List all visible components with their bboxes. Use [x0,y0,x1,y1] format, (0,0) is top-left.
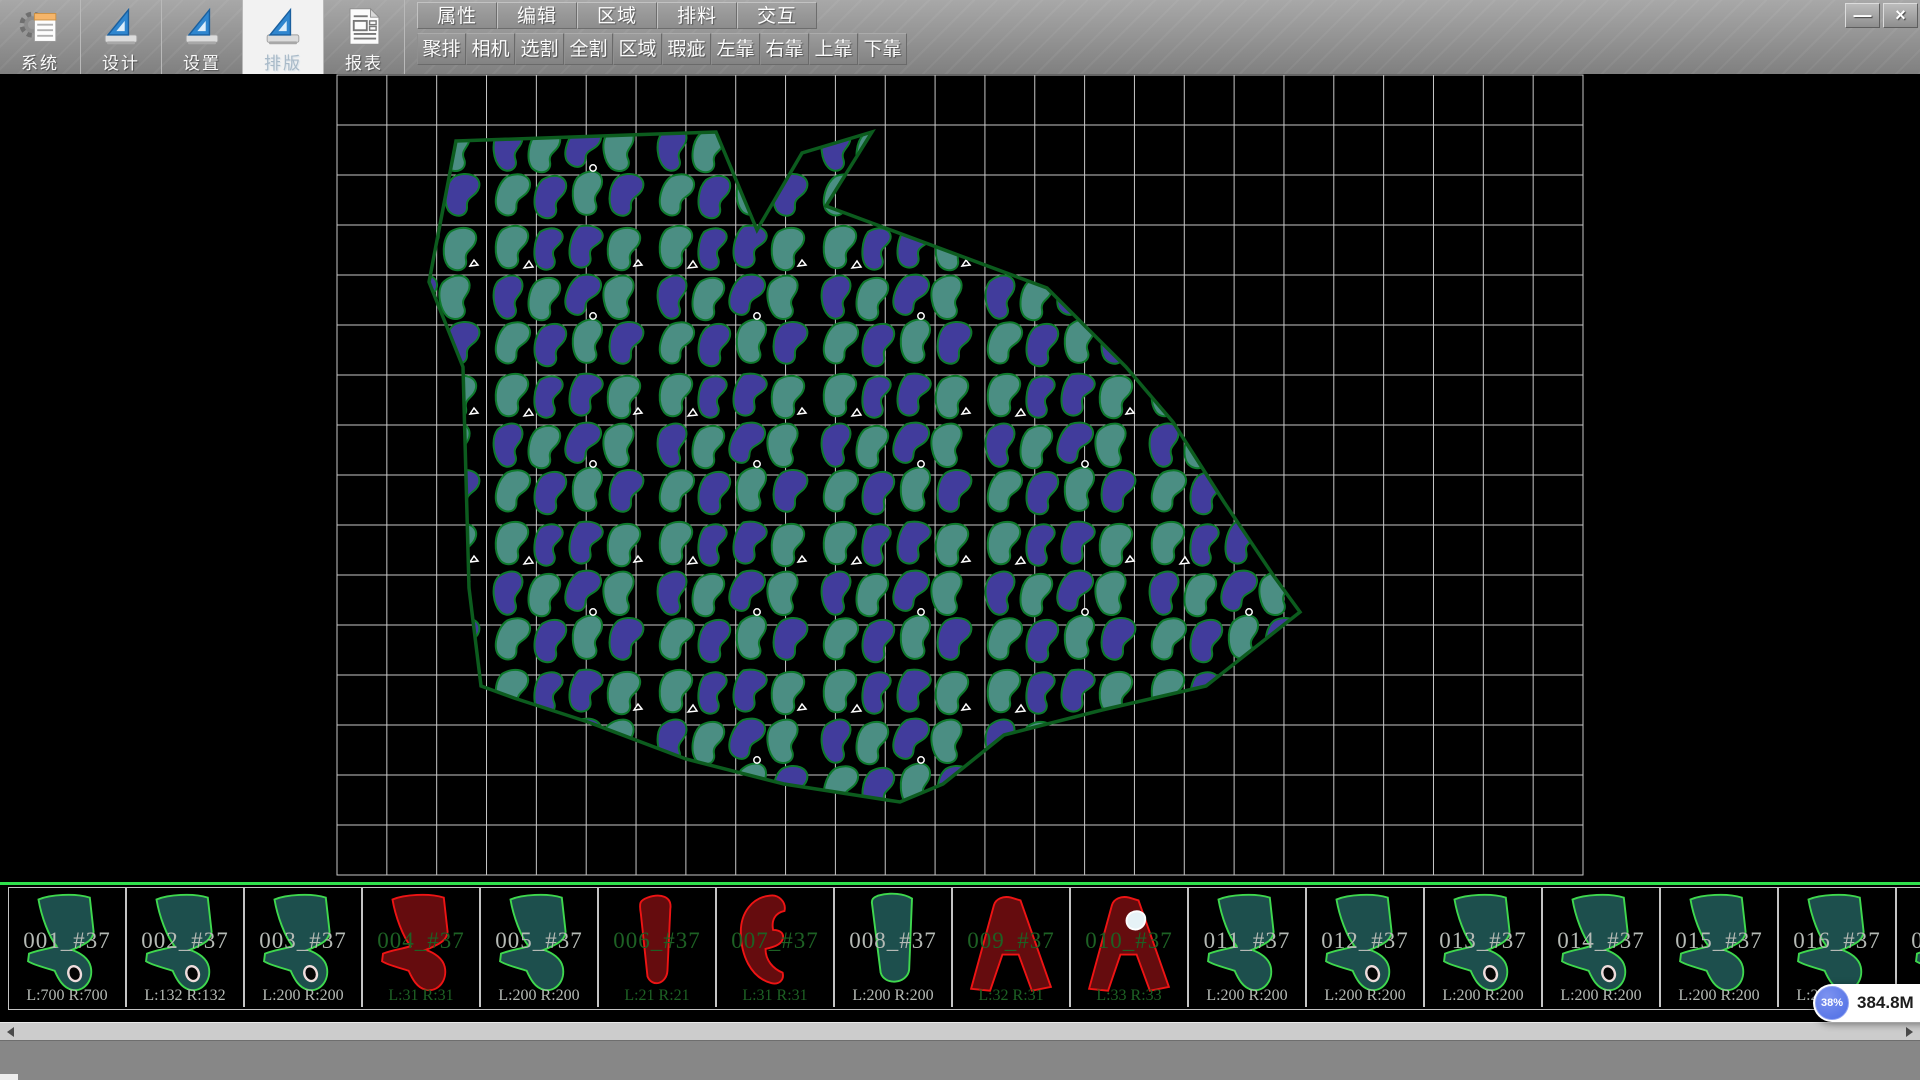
minimize-button[interactable]: — [1845,3,1880,28]
piece-shape [725,890,825,1004]
thumbnail-cell[interactable]: 015_#37 L:200 R:200 [1661,888,1779,1007]
piece-thumbnail-strip: 001_#37 L:700 R:700 002_#37 L:132 R:132 … [0,882,1920,1008]
thumbnail-cell[interactable]: 010_#37 L:33 R:33 [1071,888,1189,1007]
action-button[interactable]: 相机 [466,33,515,65]
ruler-icon [260,6,306,47]
menu-tab[interactable]: 区域 [577,2,657,29]
thumbnail-cell[interactable]: 004_#37 L:31 R:31 [363,888,481,1007]
action-button[interactable]: 区域 [613,33,662,65]
action-button[interactable]: 左靠 [711,33,760,65]
nesting-button[interactable]: 排版 [243,0,324,74]
ruler-icon [179,6,225,47]
piece-shape [1669,890,1769,1004]
settings-button-label: 设置 [183,49,221,74]
design-button[interactable]: 设计 [81,0,162,74]
design-button-label: 设计 [102,49,140,74]
progress-circle-icon: 38% [1815,986,1849,1020]
thumbnail-cell[interactable]: 001_#37 L:700 R:700 [9,888,127,1007]
menu-tab[interactable]: 交互 [737,2,817,29]
piece-shape [253,890,353,1004]
scroll-left-arrow-icon[interactable] [7,1027,14,1037]
piece-shape [17,890,117,1004]
thumbnail-cell[interactable]: 008_#37 L:200 R:200 [835,888,953,1007]
action-button[interactable]: 下靠 [858,33,907,65]
report-button[interactable]: 报表 [324,0,405,74]
window-controls: — × [1845,3,1918,28]
piece-shape [371,890,471,1004]
piece-shape [135,890,235,1004]
close-button[interactable]: × [1883,3,1918,28]
gear-icon [17,6,63,47]
piece-shape [1433,890,1533,1004]
status-bar [0,1040,1920,1080]
thumbnail-cell[interactable]: 011_#37 L:200 R:200 [1189,888,1307,1007]
report-button-label: 报表 [345,49,383,74]
settings-button[interactable]: 设置 [162,0,243,74]
memory-percent: 38% [1821,997,1843,1009]
ruler-icon [98,6,144,47]
action-button-row: 聚排相机选割全割区域瑕疵左靠右靠上靠下靠 [417,33,907,65]
piece-shape [843,890,943,1004]
memory-badge[interactable]: 38% 384.8M [1813,984,1920,1022]
canvas-svg [0,74,1920,882]
piece-shape [1315,890,1415,1004]
piece-shape [1197,890,1297,1004]
system-button[interactable]: 系统 [0,0,81,74]
nesting-button-label: 排版 [264,49,302,74]
menu-area: 属性编辑区域排料交互 聚排相机选割全割区域瑕疵左靠右靠上靠下靠 [417,0,907,65]
scroll-right-arrow-icon[interactable] [1906,1027,1913,1037]
menu-tab[interactable]: 编辑 [497,2,577,29]
thumbnail-cell[interactable]: 009_#37 L:32 R:31 [953,888,1071,1007]
status-chip [0,1074,18,1080]
close-icon: × [1895,5,1906,26]
thumbnail-cell[interactable]: 002_#37 L:132 R:132 [127,888,245,1007]
menu-tab-row: 属性编辑区域排料交互 [417,2,907,29]
piece-shape [1551,890,1651,1004]
action-button[interactable]: 上靠 [809,33,858,65]
piece-shape [489,890,589,1004]
thumbnail-cell[interactable]: 003_#37 L:200 R:200 [245,888,363,1007]
system-button-label: 系统 [21,49,59,74]
leather-hide[interactable] [429,132,1300,802]
report-icon [341,6,387,47]
piece-shape [961,890,1061,1004]
action-button[interactable]: 瑕疵 [662,33,711,65]
thumbnail-strip-cells: 001_#37 L:700 R:700 002_#37 L:132 R:132 … [8,887,1920,1010]
thumbnail-cell[interactable]: 014_#37 L:200 R:200 [1543,888,1661,1007]
thumbnail-cell[interactable]: 013_#37 L:200 R:200 [1425,888,1543,1007]
piece-shape [1079,890,1179,1004]
thumbnail-cell[interactable]: 012_#37 L:200 R:200 [1307,888,1425,1007]
horizontal-scrollbar[interactable] [0,1022,1920,1040]
piece-shape [607,890,707,1004]
menu-tab[interactable]: 排料 [657,2,737,29]
memory-size: 384.8M [1857,984,1914,1022]
minimize-icon: — [1854,5,1872,26]
toolbar: 系统 设计 设置 [0,0,1920,74]
main-button-bar: 系统 设计 设置 [0,0,405,74]
action-button[interactable]: 聚排 [417,33,466,65]
action-button[interactable]: 全割 [564,33,613,65]
menu-tab[interactable]: 属性 [417,2,497,29]
nesting-canvas[interactable] [0,74,1920,882]
thumbnail-cell[interactable]: 005_#37 L:200 R:200 [481,888,599,1007]
thumbnail-cell[interactable]: 006_#37 L:21 R:21 [599,888,717,1007]
action-button[interactable]: 右靠 [760,33,809,65]
thumbnail-cell[interactable]: 007_#37 L:31 R:31 [717,888,835,1007]
action-button[interactable]: 选割 [515,33,564,65]
